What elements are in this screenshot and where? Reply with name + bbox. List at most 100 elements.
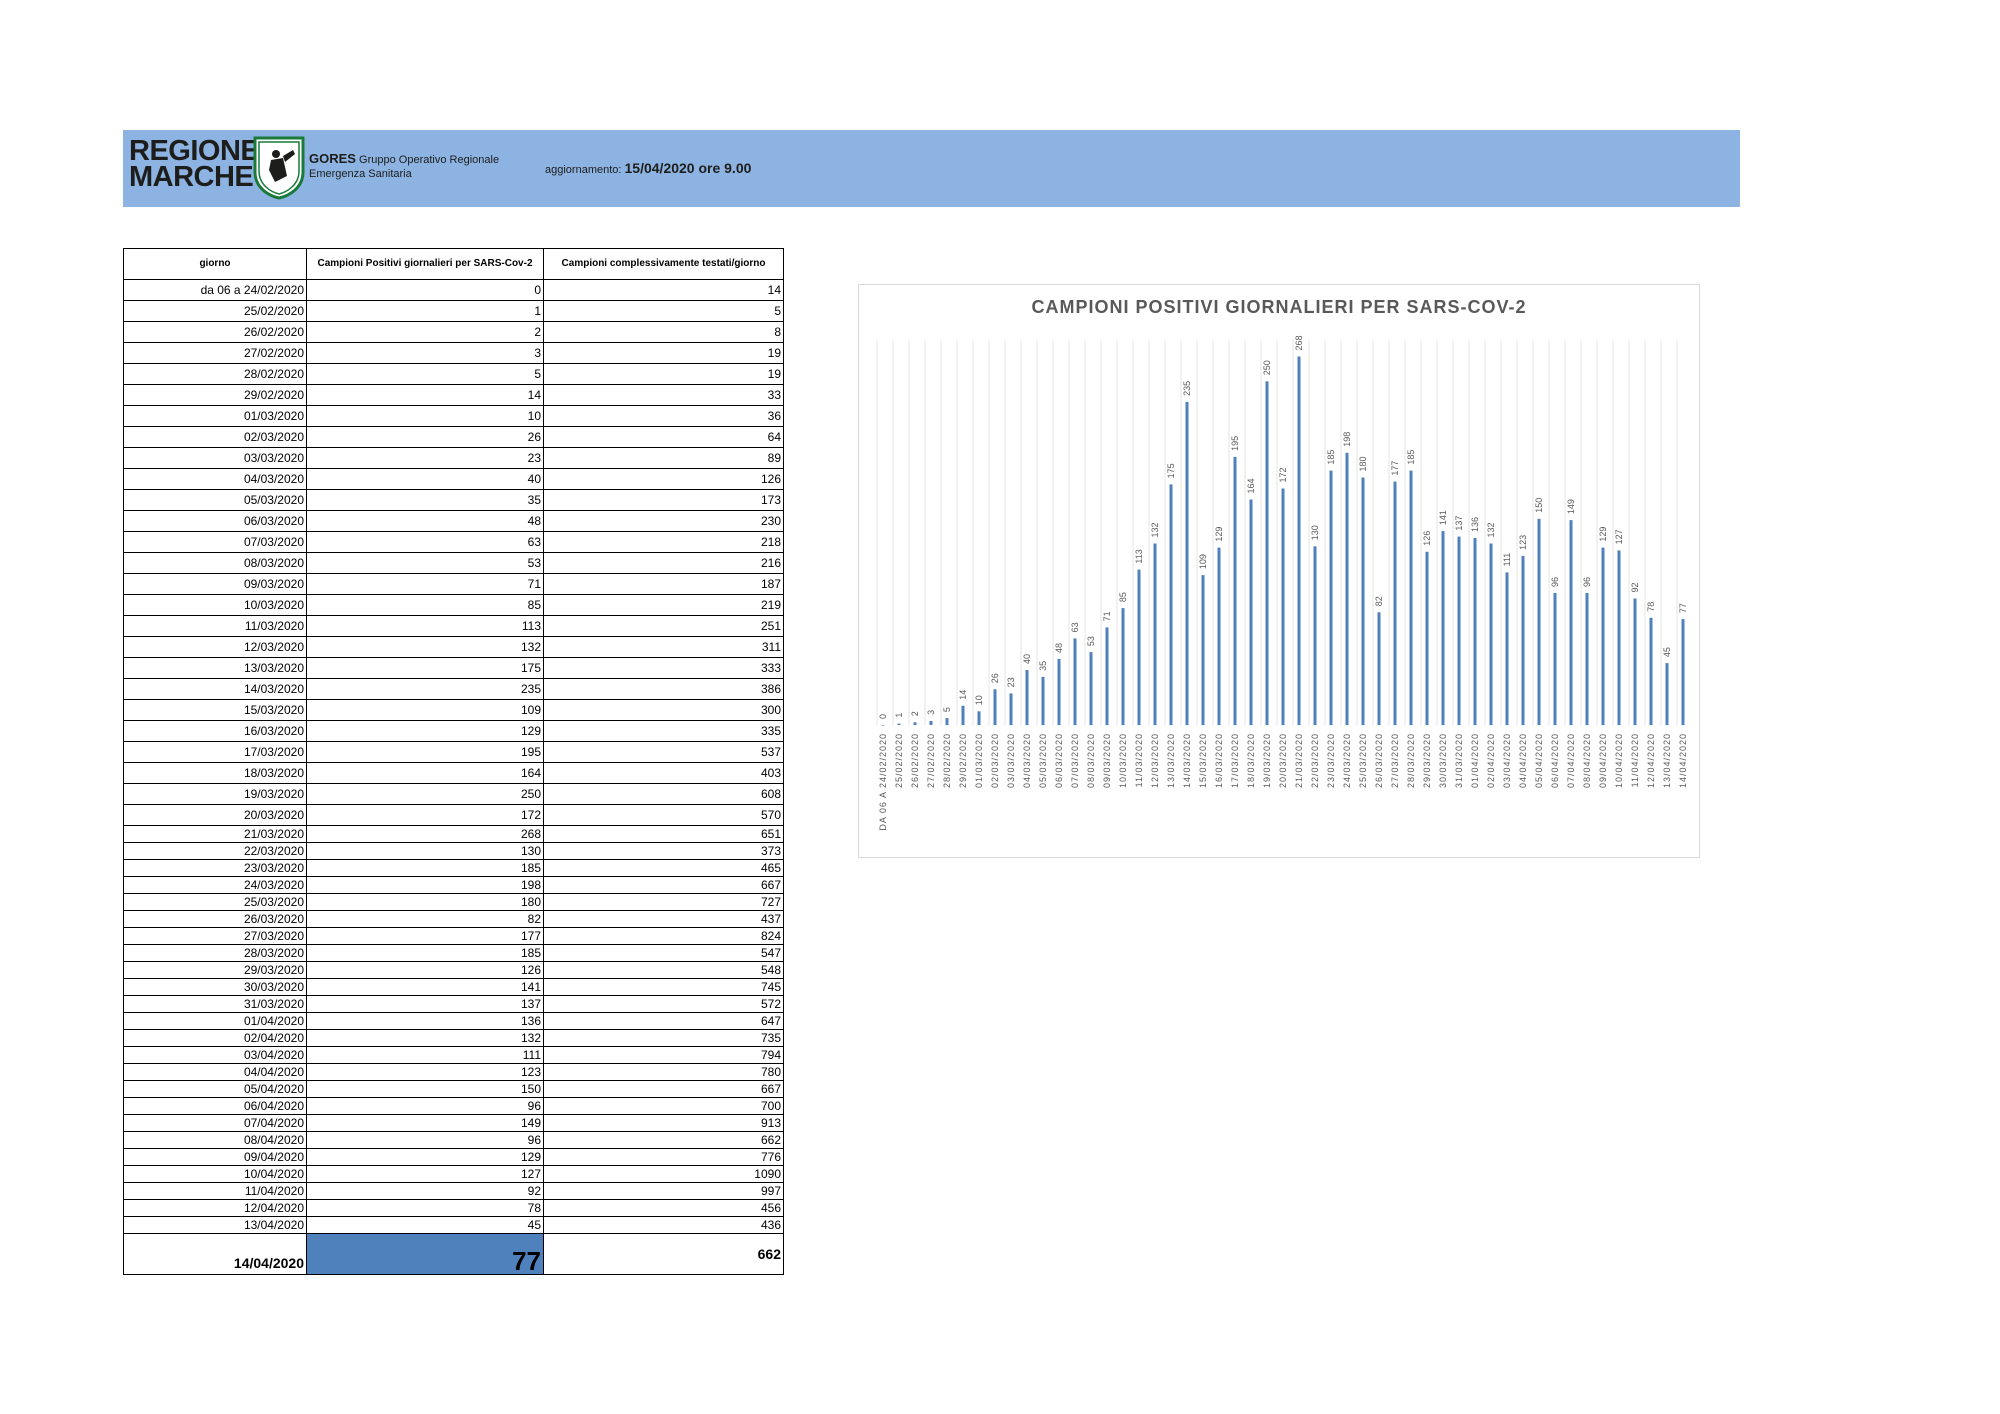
table-row: 24/03/2020 198 667 [123, 876, 784, 894]
cell-testati: 373 [543, 842, 784, 860]
x-tick-label: 05/04/2020 [1534, 733, 1544, 788]
cell-giorno: 01/03/2020 [123, 405, 307, 427]
cell-positivi: 96 [306, 1131, 544, 1149]
cell-positivi: 172 [306, 804, 544, 826]
bar [1425, 551, 1429, 726]
cell-testati: 173 [543, 489, 784, 511]
table-row: 11/04/2020 92 997 [123, 1182, 784, 1200]
table-row: 31/03/2020 137 572 [123, 995, 784, 1013]
x-tick-label: 17/03/2020 [1230, 733, 1240, 788]
cell-positivi: 132 [306, 1029, 544, 1047]
cell-testati: 547 [543, 944, 784, 962]
cell-testati: 403 [543, 762, 784, 784]
header-giorno: giorno [123, 248, 307, 280]
cell-testati: 126 [543, 468, 784, 490]
cell-testati: 5 [543, 300, 784, 322]
data-label: 78 [1646, 602, 1656, 612]
cell-testati: 64 [543, 426, 784, 448]
cell-testati: 570 [543, 804, 784, 826]
cell-giorno: 23/03/2020 [123, 859, 307, 877]
cell-giorno: 21/03/2020 [123, 825, 307, 843]
cell-positivi: 141 [306, 978, 544, 996]
data-label: 250 [1262, 360, 1272, 375]
cell-positivi: 164 [306, 762, 544, 784]
cell-positivi: 71 [306, 573, 544, 595]
table-row: 02/03/2020 26 64 [123, 426, 784, 448]
bar [945, 718, 949, 725]
cell-testati: 335 [543, 720, 784, 742]
cell-positivi: 185 [306, 859, 544, 877]
table-row: 15/03/2020 109 300 [123, 699, 784, 721]
data-label: 141 [1438, 510, 1448, 525]
data-label: 113 [1134, 549, 1144, 563]
cell-giorno: 26/02/2020 [123, 321, 307, 343]
x-tick-label: 22/03/2020 [1310, 733, 1320, 788]
cell-positivi: 150 [306, 1080, 544, 1098]
cell-giorno: 03/04/2020 [123, 1046, 307, 1064]
cell-testati: 465 [543, 859, 784, 877]
cell-testati: 36 [543, 405, 784, 427]
gores-line-2: Emergenza Sanitaria [309, 168, 412, 180]
table-row: 27/02/2020 3 19 [123, 342, 784, 364]
bar [1633, 598, 1637, 725]
bar [1233, 456, 1237, 725]
x-tick-label: 16/03/2020 [1214, 733, 1224, 788]
table-row: 13/04/2020 45 436 [123, 1216, 784, 1234]
cell-positivi: 78 [306, 1199, 544, 1217]
x-tick-label: 31/03/2020 [1454, 733, 1464, 788]
bar [881, 725, 885, 726]
bar [1361, 477, 1365, 725]
data-label: 149 [1566, 499, 1576, 514]
cell-giorno: 07/03/2020 [123, 531, 307, 553]
data-label: 77 [1678, 603, 1688, 613]
data-label: 268 [1294, 335, 1304, 350]
table-row: 03/03/2020 23 89 [123, 447, 784, 469]
table-row: 13/03/2020 175 333 [123, 657, 784, 679]
x-tick-label: 12/03/2020 [1150, 733, 1160, 788]
cell-giorno: 07/04/2020 [123, 1114, 307, 1132]
cell-giorno: 31/03/2020 [123, 995, 307, 1013]
data-label: 150 [1534, 498, 1544, 513]
bar [1025, 670, 1029, 725]
bar [1249, 499, 1253, 725]
x-tick-label: 06/03/2020 [1054, 733, 1064, 788]
data-label: 111 [1502, 553, 1512, 567]
data-label: 195 [1230, 436, 1240, 451]
cell-testati: 436 [543, 1216, 784, 1234]
x-tick-label: 08/04/2020 [1582, 733, 1592, 788]
gores-label: GORES Gruppo Operativo Regionale Emergen… [309, 152, 499, 181]
cell-giorno: 05/03/2020 [123, 489, 307, 511]
cell-positivi: 129 [306, 1148, 544, 1166]
cell-giorno: 19/03/2020 [123, 783, 307, 805]
x-tick-label: 10/04/2020 [1614, 733, 1624, 788]
cell-giorno: 30/03/2020 [123, 978, 307, 996]
table-row: 27/03/2020 177 824 [123, 927, 784, 945]
cell-testati: 14 [543, 279, 784, 301]
data-label: 136 [1470, 517, 1480, 532]
x-tick-label: 04/04/2020 [1518, 733, 1528, 788]
data-label: 126 [1422, 531, 1432, 546]
table-row: 18/03/2020 164 403 [123, 762, 784, 784]
table-row: 21/03/2020 268 651 [123, 825, 784, 843]
cell-positivi: 0 [306, 279, 544, 301]
cell-testati: 651 [543, 825, 784, 843]
cell-positivi: 35 [306, 489, 544, 511]
bar [1089, 652, 1093, 725]
bar [1281, 488, 1285, 725]
table-row: 10/04/2020 127 1090 [123, 1165, 784, 1183]
x-tick-label: 14/03/2020 [1182, 733, 1192, 788]
cell-testati: 19 [543, 363, 784, 385]
bar [961, 705, 965, 726]
cell-testati: 997 [543, 1182, 784, 1200]
data-label: 63 [1070, 622, 1080, 632]
bar [1121, 608, 1125, 725]
table-row: 04/04/2020 123 780 [123, 1063, 784, 1081]
data-label: 5 [942, 707, 952, 712]
table-row: 28/03/2020 185 547 [123, 944, 784, 962]
update-label: aggiornamento: [545, 164, 622, 176]
cell-testati: 386 [543, 678, 784, 700]
cell-positivi: 195 [306, 741, 544, 763]
cell-positivi: 14 [306, 384, 544, 406]
bar [1409, 470, 1413, 725]
data-label: 82 [1374, 596, 1384, 606]
